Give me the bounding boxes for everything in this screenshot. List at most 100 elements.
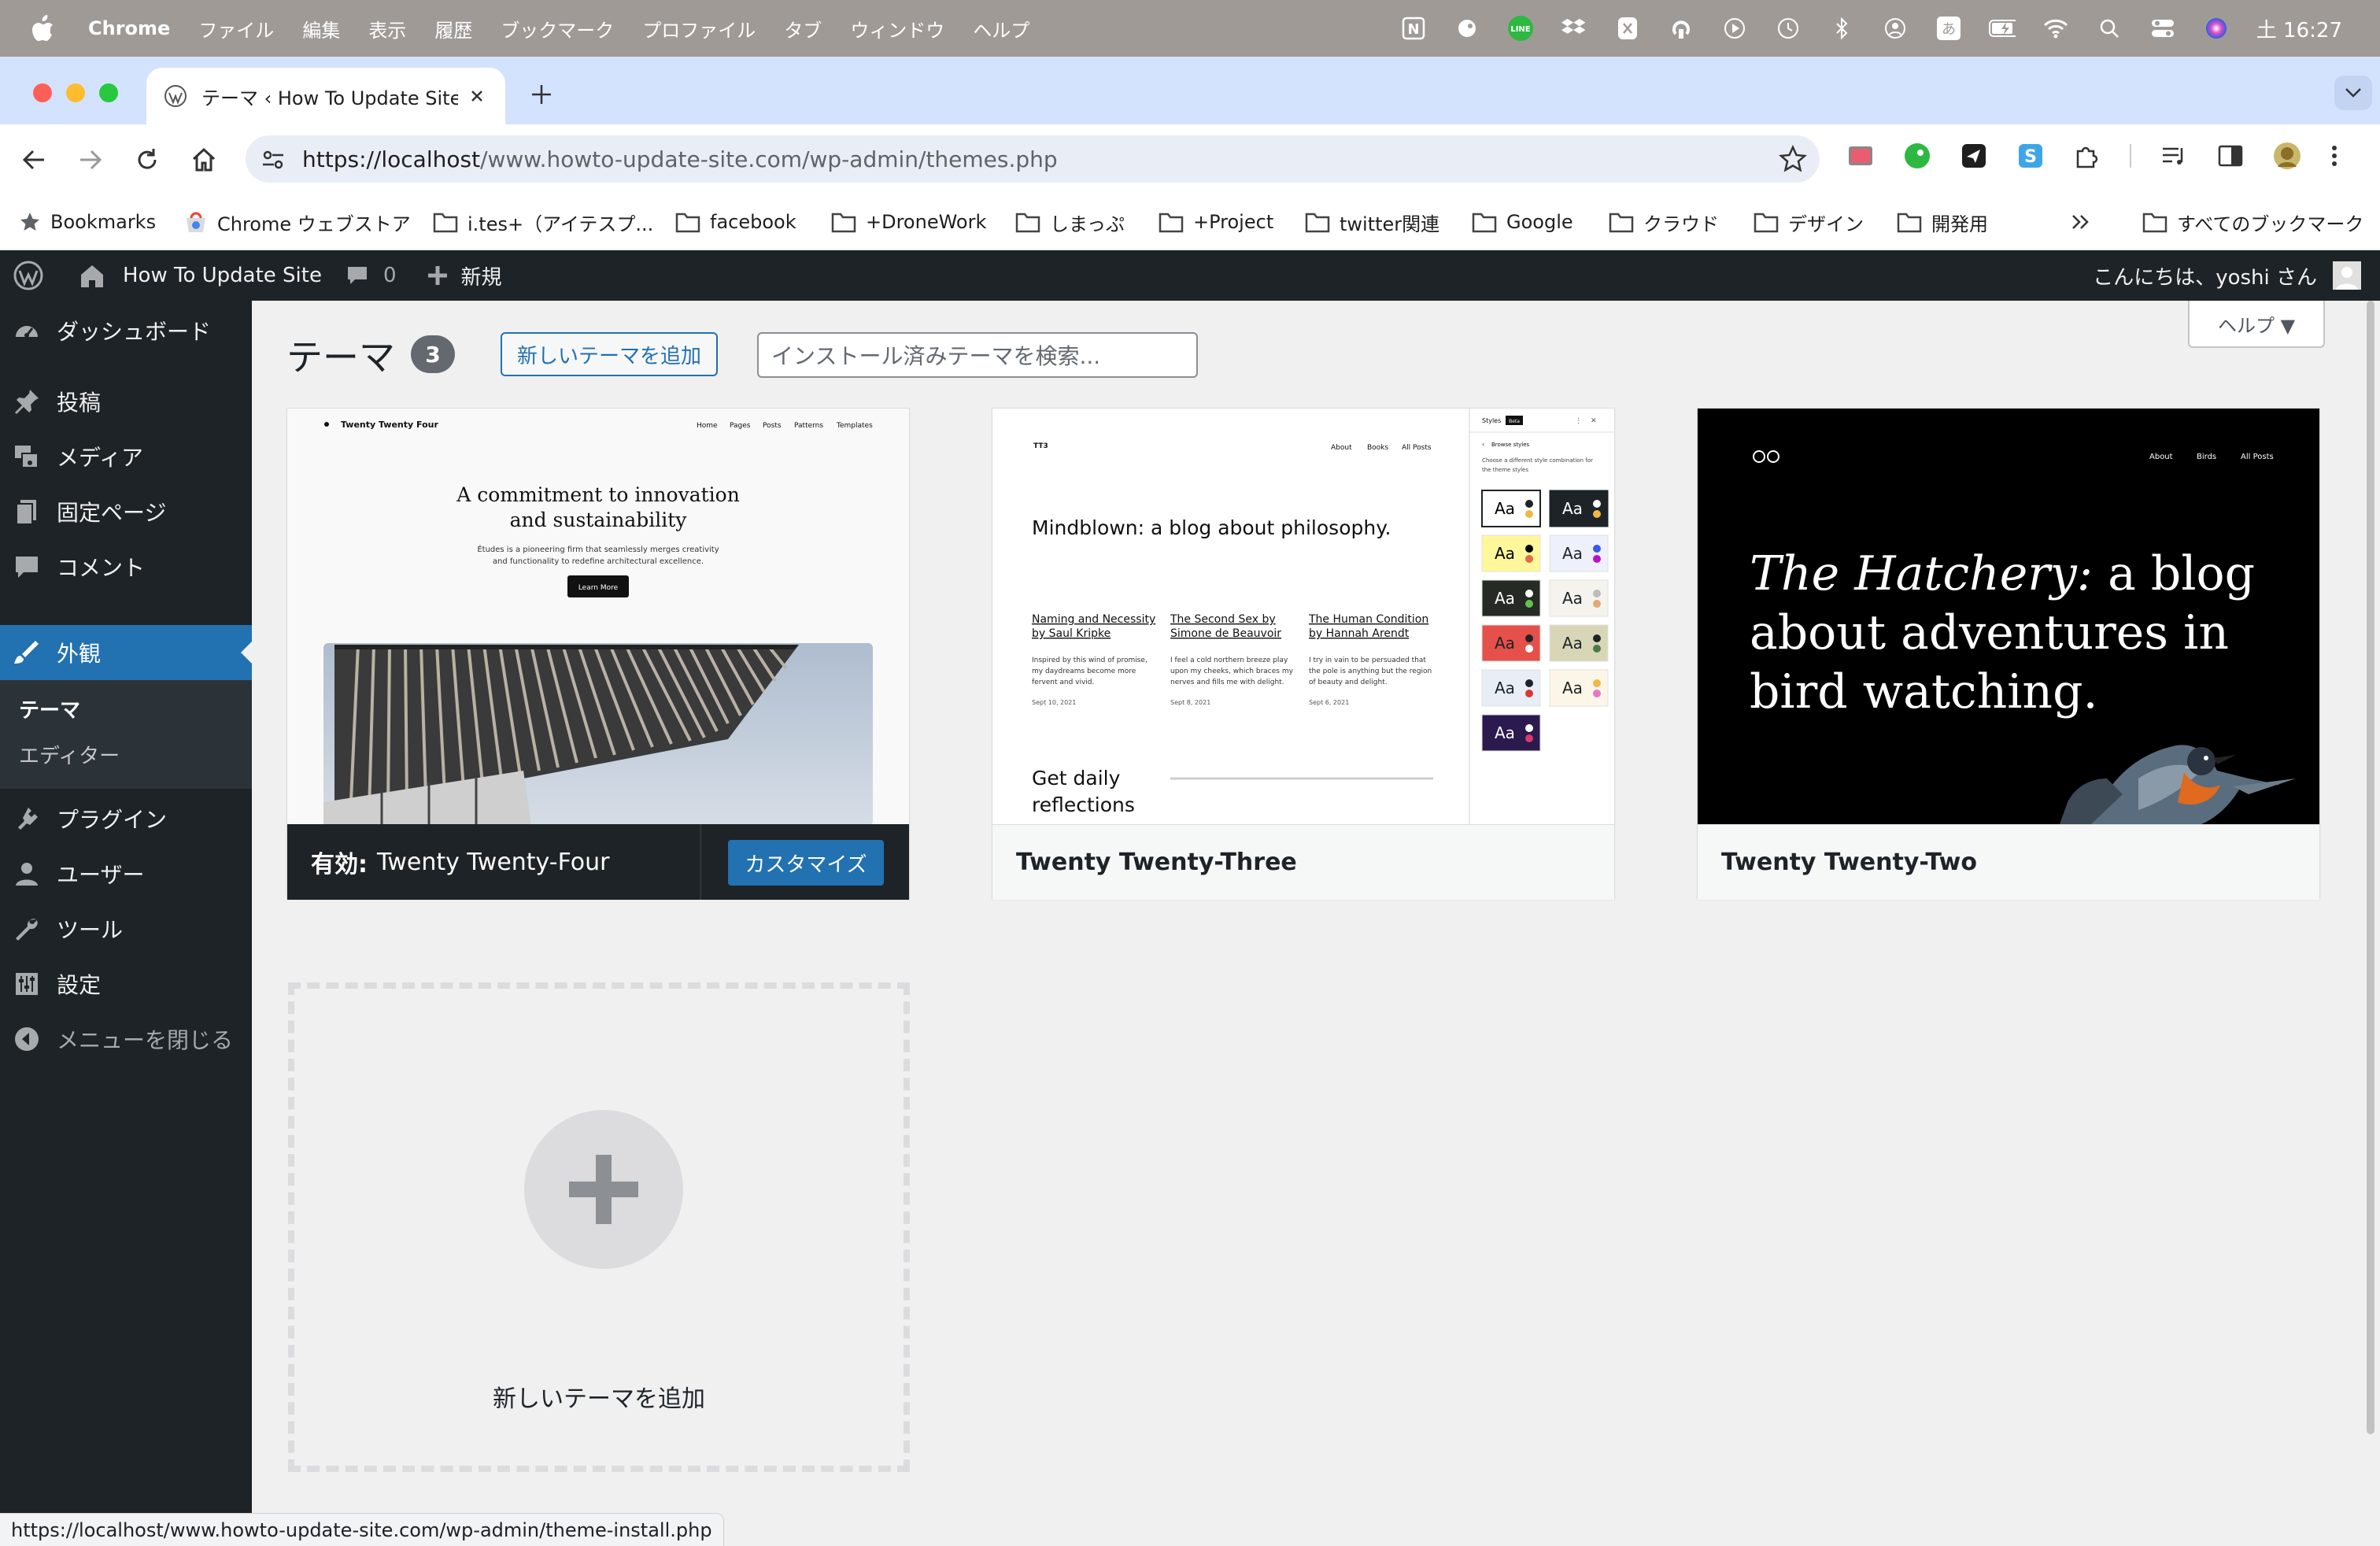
menu-history[interactable]: 履歴 [434, 15, 472, 43]
sidebar-item-settings[interactable]: 設定 [0, 959, 252, 1009]
bookmark-item[interactable]: クラウド [1609, 194, 1719, 250]
add-new-theme-card[interactable]: 新しいテーマを追加 [288, 982, 910, 1472]
sidebar-item-users[interactable]: ユーザー [0, 849, 252, 899]
menu-edit[interactable]: 編集 [302, 15, 340, 43]
bookmark-item[interactable]: +DroneWork [831, 194, 986, 250]
sidebar-item-tools[interactable]: ツール [0, 904, 252, 954]
admin-site-name[interactable]: How To Update Site [123, 264, 322, 287]
time-machine-icon[interactable] [1775, 15, 1802, 42]
window-close-button[interactable] [33, 83, 52, 102]
menu-profile[interactable]: プロファイル [642, 15, 756, 43]
reading-list-icon[interactable] [2160, 142, 2188, 170]
s-extension-icon[interactable]: S [2016, 142, 2045, 170]
puzzle-extensions-icon[interactable] [2073, 142, 2101, 170]
spotlight-search-icon[interactable] [2096, 15, 2123, 42]
back-icon[interactable] [20, 146, 47, 173]
menu-window[interactable]: ウィンドウ [850, 15, 944, 43]
site-home-icon[interactable] [79, 262, 105, 289]
menu-app-name[interactable]: Chrome [88, 17, 170, 39]
site-info-icon[interactable] [260, 146, 286, 173]
bookmark-item[interactable]: デザイン [1754, 194, 1864, 250]
menu-help[interactable]: ヘルプ [973, 15, 1029, 43]
bluetooth-icon[interactable] [1828, 15, 1855, 42]
wordpress-logo-icon[interactable] [13, 260, 44, 291]
play-icon[interactable] [1721, 15, 1748, 42]
apple-icon[interactable] [30, 15, 57, 42]
user-circle-icon[interactable] [1882, 15, 1909, 42]
bookmark-item[interactable]: Bookmarks [19, 194, 156, 250]
dropbox-icon[interactable] [1561, 15, 1587, 42]
cast-extension-icon[interactable] [1846, 142, 1875, 170]
line-icon[interactable]: LINE [1507, 15, 1534, 42]
comments-count[interactable]: 0 [383, 264, 397, 287]
bookmark-item[interactable]: twitter関連 [1305, 194, 1439, 250]
help-tab-button[interactable]: ヘルプ ▼ [2188, 301, 2325, 348]
plus-icon[interactable] [427, 264, 449, 287]
admin-new-menu[interactable]: 新規 [461, 261, 502, 290]
tab-search-icon[interactable] [2334, 76, 2372, 110]
sidebar-item-plugins[interactable]: プラグイン [0, 793, 252, 844]
bookmark-item[interactable]: 開発用 [1897, 194, 1988, 250]
window-zoom-button[interactable] [99, 83, 118, 102]
address-bar[interactable]: https://localhost/www.howto-update-site.… [246, 135, 1820, 183]
customize-button[interactable]: カスタマイズ [728, 840, 884, 886]
menu-view[interactable]: 表示 [368, 15, 406, 43]
theme-card-twenty-twenty-four[interactable]: Twenty Twenty Four Home Pages Posts Patt… [286, 408, 910, 900]
theme-screenshot[interactable]: TT3 About Books All Posts Mindblown: a b… [992, 409, 1614, 824]
sidebar-item-dashboard[interactable]: ダッシュボード [0, 305, 252, 356]
bookmark-item[interactable]: +Project [1159, 194, 1273, 250]
menu-tab[interactable]: タブ [784, 15, 822, 43]
sidebar-item-media[interactable]: メディア [0, 431, 252, 482]
reload-icon[interactable] [134, 146, 161, 173]
app-x-icon[interactable] [1614, 15, 1641, 42]
battery-icon[interactable] [1988, 15, 2016, 42]
ime-icon[interactable]: あ [1935, 15, 1962, 42]
siri-icon[interactable] [2203, 15, 2230, 42]
control-center-icon[interactable] [2149, 15, 2176, 42]
comment-bubble-icon[interactable] [346, 264, 369, 287]
theme-screenshot[interactable]: About Birds All Posts The Hatchery: a bl… [1698, 409, 2319, 824]
bookmark-item[interactable]: facebook [675, 194, 796, 250]
bookmark-item[interactable]: Chrome ウェブストア [184, 194, 411, 250]
theme-card-twenty-twenty-three[interactable]: TT3 About Books All Posts Mindblown: a b… [992, 408, 1615, 900]
add-new-theme-button[interactable]: 新しいテーマを追加 [501, 332, 718, 376]
admin-greeting[interactable]: こんにちは、yoshi さん [2093, 261, 2317, 290]
evernote-icon[interactable] [1454, 15, 1480, 42]
bookmarks-overflow-icon[interactable] [2070, 194, 2092, 250]
menu-file[interactable]: ファイル [198, 15, 274, 43]
new-tab-icon[interactable] [529, 82, 554, 107]
theme-search-input[interactable]: インストール済みテーマを検索... [757, 332, 1198, 378]
bookmark-star-icon[interactable] [1779, 145, 1807, 173]
send-extension-icon[interactable] [1960, 142, 1988, 170]
bookmark-item[interactable]: Google [1472, 194, 1573, 250]
home-icon[interactable] [190, 146, 217, 173]
style-swatch: Aa [1549, 669, 1609, 707]
sidebar-item-comments[interactable]: コメント [0, 542, 252, 592]
sidebar-item-appearance[interactable]: 外観 [0, 625, 252, 680]
submenu-themes[interactable]: テーマ [19, 694, 80, 723]
tab-themes[interactable]: テーマ ‹ How To Update Site – [146, 68, 505, 124]
side-panel-icon[interactable] [2216, 142, 2245, 170]
sidebar-item-pages[interactable]: 固定ページ [0, 486, 252, 537]
tab-close-icon[interactable] [466, 85, 488, 107]
chrome-menu-icon[interactable] [2330, 142, 2339, 170]
window-minimize-button[interactable] [66, 83, 85, 102]
menu-bookmarks[interactable]: ブックマーク [501, 15, 614, 43]
theme-card-twenty-twenty-two[interactable]: About Birds All Posts The Hatchery: a bl… [1697, 408, 2320, 900]
user-avatar[interactable] [2333, 261, 2361, 290]
all-bookmarks-folder[interactable]: すべてのブックマーク [2142, 194, 2363, 250]
submenu-editor[interactable]: エディター [19, 740, 120, 769]
clock[interactable]: 土 16:27 [2256, 14, 2342, 43]
notion-icon[interactable]: N [1400, 15, 1427, 42]
profile-avatar[interactable] [2273, 142, 2301, 170]
sidebar-collapse-menu[interactable]: メニューを閉じる [0, 1014, 252, 1064]
hook-icon[interactable] [1668, 15, 1694, 42]
page-scrollbar[interactable] [2364, 301, 2377, 1442]
theme-screenshot[interactable]: Twenty Twenty Four Home Pages Posts Patt… [287, 409, 909, 824]
evernote-extension-icon[interactable] [1903, 142, 1931, 170]
sidebar-item-posts[interactable]: 投稿 [0, 376, 252, 427]
wifi-icon[interactable] [2042, 15, 2069, 42]
bookmark-item[interactable]: i.tes+（アイテスプ... [433, 194, 653, 250]
bookmark-item[interactable]: しまっぷ [1015, 194, 1125, 250]
forward-icon[interactable] [77, 146, 104, 173]
